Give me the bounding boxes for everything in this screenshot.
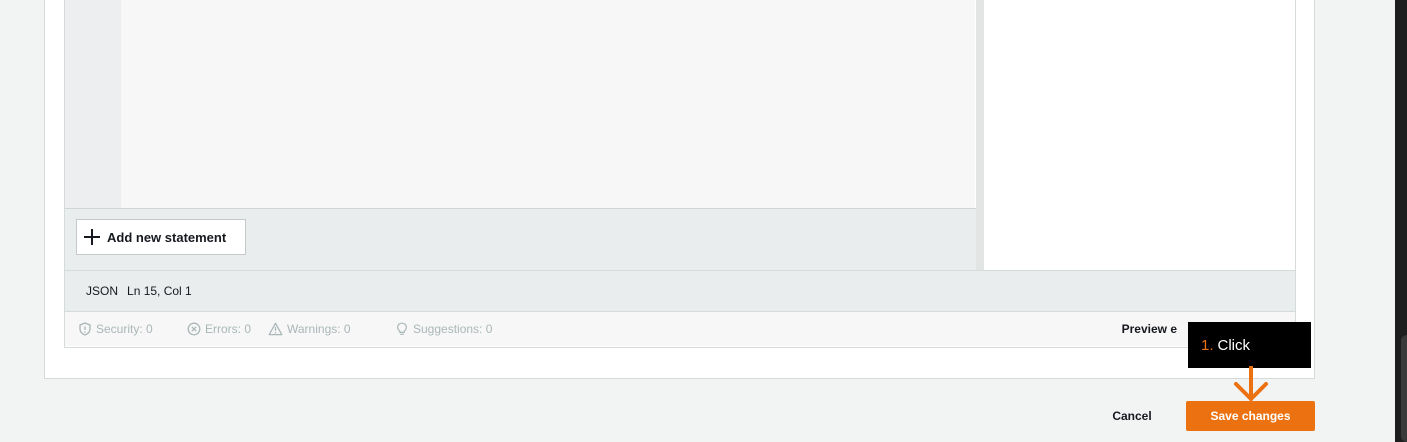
editor-status-bar: JSON Ln 15, Col 1 (65, 270, 1295, 311)
suggestions-count: Suggestions: 0 (413, 321, 493, 336)
error-circle-icon (187, 322, 201, 335)
tutorial-callout: 1. Click (1188, 322, 1311, 368)
error-findings[interactable]: Errors: 0 (187, 312, 251, 345)
statement-side-panel (984, 0, 1295, 270)
cursor-position: Ln 15, Col 1 (127, 284, 192, 298)
warning-triangle-icon (268, 322, 283, 335)
save-changes-button[interactable]: Save changes (1186, 401, 1315, 431)
callout-text: Click (1217, 336, 1251, 354)
line-number-gutter (65, 0, 121, 208)
errors-count: Errors: 0 (205, 321, 252, 336)
validation-summary-bar: Security: 0 Errors: 0 Warnings: 0 Sugges… (65, 311, 1295, 346)
lightbulb-icon (396, 322, 408, 335)
language-mode: JSON (86, 284, 119, 298)
warning-findings[interactable]: Warnings: 0 (268, 312, 351, 345)
scroll-handle[interactable] (1401, 335, 1407, 442)
suggestion-findings[interactable]: Suggestions: 0 (395, 312, 492, 345)
warnings-count: Warnings: 0 (287, 321, 351, 336)
add-new-statement-label: Add new statement (107, 229, 227, 245)
security-findings[interactable]: Security: 0 (78, 312, 153, 345)
security-count: Security: 0 (96, 321, 153, 336)
arrow-down-icon (1234, 366, 1268, 401)
callout-step-number: 1. (1201, 336, 1214, 354)
cancel-button[interactable]: Cancel (1100, 401, 1164, 431)
add-new-statement-button[interactable]: Add new statement (76, 219, 246, 255)
preview-external-access-link[interactable]: Preview e (1122, 312, 1177, 345)
shield-icon (79, 321, 91, 336)
json-code-area[interactable] (121, 0, 975, 208)
editor-resize-divider[interactable] (976, 0, 984, 270)
plus-icon (83, 228, 101, 246)
